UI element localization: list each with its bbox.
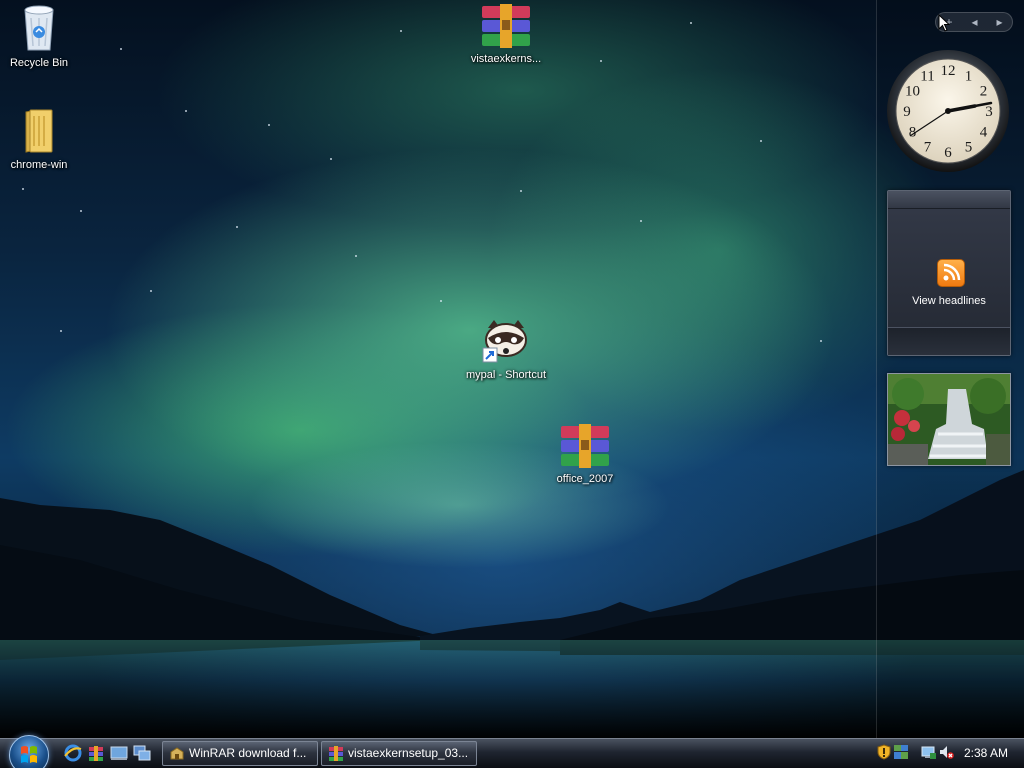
desktop-icon-recycle-bin[interactable]: Recycle Bin: [0, 4, 84, 70]
switch-windows-icon[interactable]: [133, 744, 151, 762]
desktop-icon-office-2007[interactable]: office_2007: [540, 424, 630, 486]
raccoon-shortcut-icon: [482, 320, 527, 363]
lake-reflection: [0, 640, 1024, 738]
feed-headlines-gadget[interactable]: View headlines: [887, 190, 1011, 356]
recycle-bin-icon: [24, 5, 54, 51]
winrar-archive-icon: [329, 746, 343, 761]
desktop-icon-label: chrome-win: [10, 159, 68, 171]
desktop-icon-chrome-win[interactable]: chrome-win: [0, 108, 84, 172]
taskbar-button-winrar-download[interactable]: WinRAR download f...: [162, 741, 318, 766]
clock-numeral: 9: [903, 104, 911, 120]
winrar-icon[interactable]: [87, 744, 105, 762]
feed-body: View headlines: [888, 209, 1010, 327]
safely-remove-icon[interactable]: [921, 744, 937, 760]
clock-numeral: 7: [924, 140, 932, 156]
clock-numeral: 2: [980, 84, 988, 100]
clock-numeral: 3: [985, 104, 993, 120]
desktop-icon-mypal-shortcut[interactable]: mypal - Shortcut: [461, 318, 551, 382]
folder-icon: [25, 109, 53, 153]
desktop[interactable]: Recycle Bin chrome-win vistaexkerns... m…: [0, 0, 1024, 738]
show-desktop-icon[interactable]: [110, 744, 128, 762]
feed-top-strip: [888, 191, 1010, 209]
desktop-icon-label: mypal - Shortcut: [465, 369, 547, 381]
volume-muted-icon[interactable]: [938, 744, 954, 760]
clock-numeral: 12: [941, 63, 956, 79]
clock-numeral: 1: [965, 69, 973, 85]
winrar-archive-icon: [561, 424, 609, 468]
clock-numeral: 4: [980, 125, 988, 141]
windows-logo-icon: [21, 746, 37, 763]
desktop-icon-vistaexkerns[interactable]: vistaexkerns...: [461, 4, 551, 66]
previous-gadget-button[interactable]: ◂: [971, 15, 977, 29]
clock-numeral: 5: [965, 140, 973, 156]
clock-numeral: 6: [944, 145, 952, 161]
waterfall-photo: [888, 374, 1010, 465]
winrar-archive-icon: [482, 4, 530, 48]
next-gadget-button[interactable]: ▸: [996, 15, 1002, 29]
network-icon[interactable]: [893, 744, 909, 760]
taskbar-clock[interactable]: 2:38 AM: [964, 738, 1008, 768]
mouse-cursor: [938, 14, 950, 32]
desktop-icon-label: office_2007: [556, 473, 614, 485]
taskbar-button-label: WinRAR download f...: [189, 746, 307, 760]
taskbar-button-vistaexkernsetup[interactable]: vistaexkernsetup_03...: [321, 741, 477, 766]
desktop-icon-label: Recycle Bin: [9, 57, 69, 69]
feed-bottom-strip: [888, 327, 1010, 355]
start-button[interactable]: [9, 735, 49, 768]
clock-gadget[interactable]: 12 1234567891011: [886, 48, 1010, 174]
view-headlines-link[interactable]: View headlines: [888, 295, 1010, 307]
clock-numeral: 11: [920, 69, 934, 85]
slideshow-gadget[interactable]: [887, 373, 1011, 466]
clock-numeral: 10: [905, 84, 920, 100]
security-shield-icon[interactable]: [876, 744, 892, 760]
winrar-icon: [170, 747, 184, 760]
desktop-icon-label: vistaexkerns...: [470, 53, 542, 65]
taskbar: [0, 738, 1024, 768]
taskbar-button-label: vistaexkernsetup_03...: [348, 746, 469, 760]
clock-pivot: [945, 108, 951, 114]
rss-icon: [937, 259, 965, 287]
internet-explorer-icon[interactable]: [64, 744, 82, 762]
